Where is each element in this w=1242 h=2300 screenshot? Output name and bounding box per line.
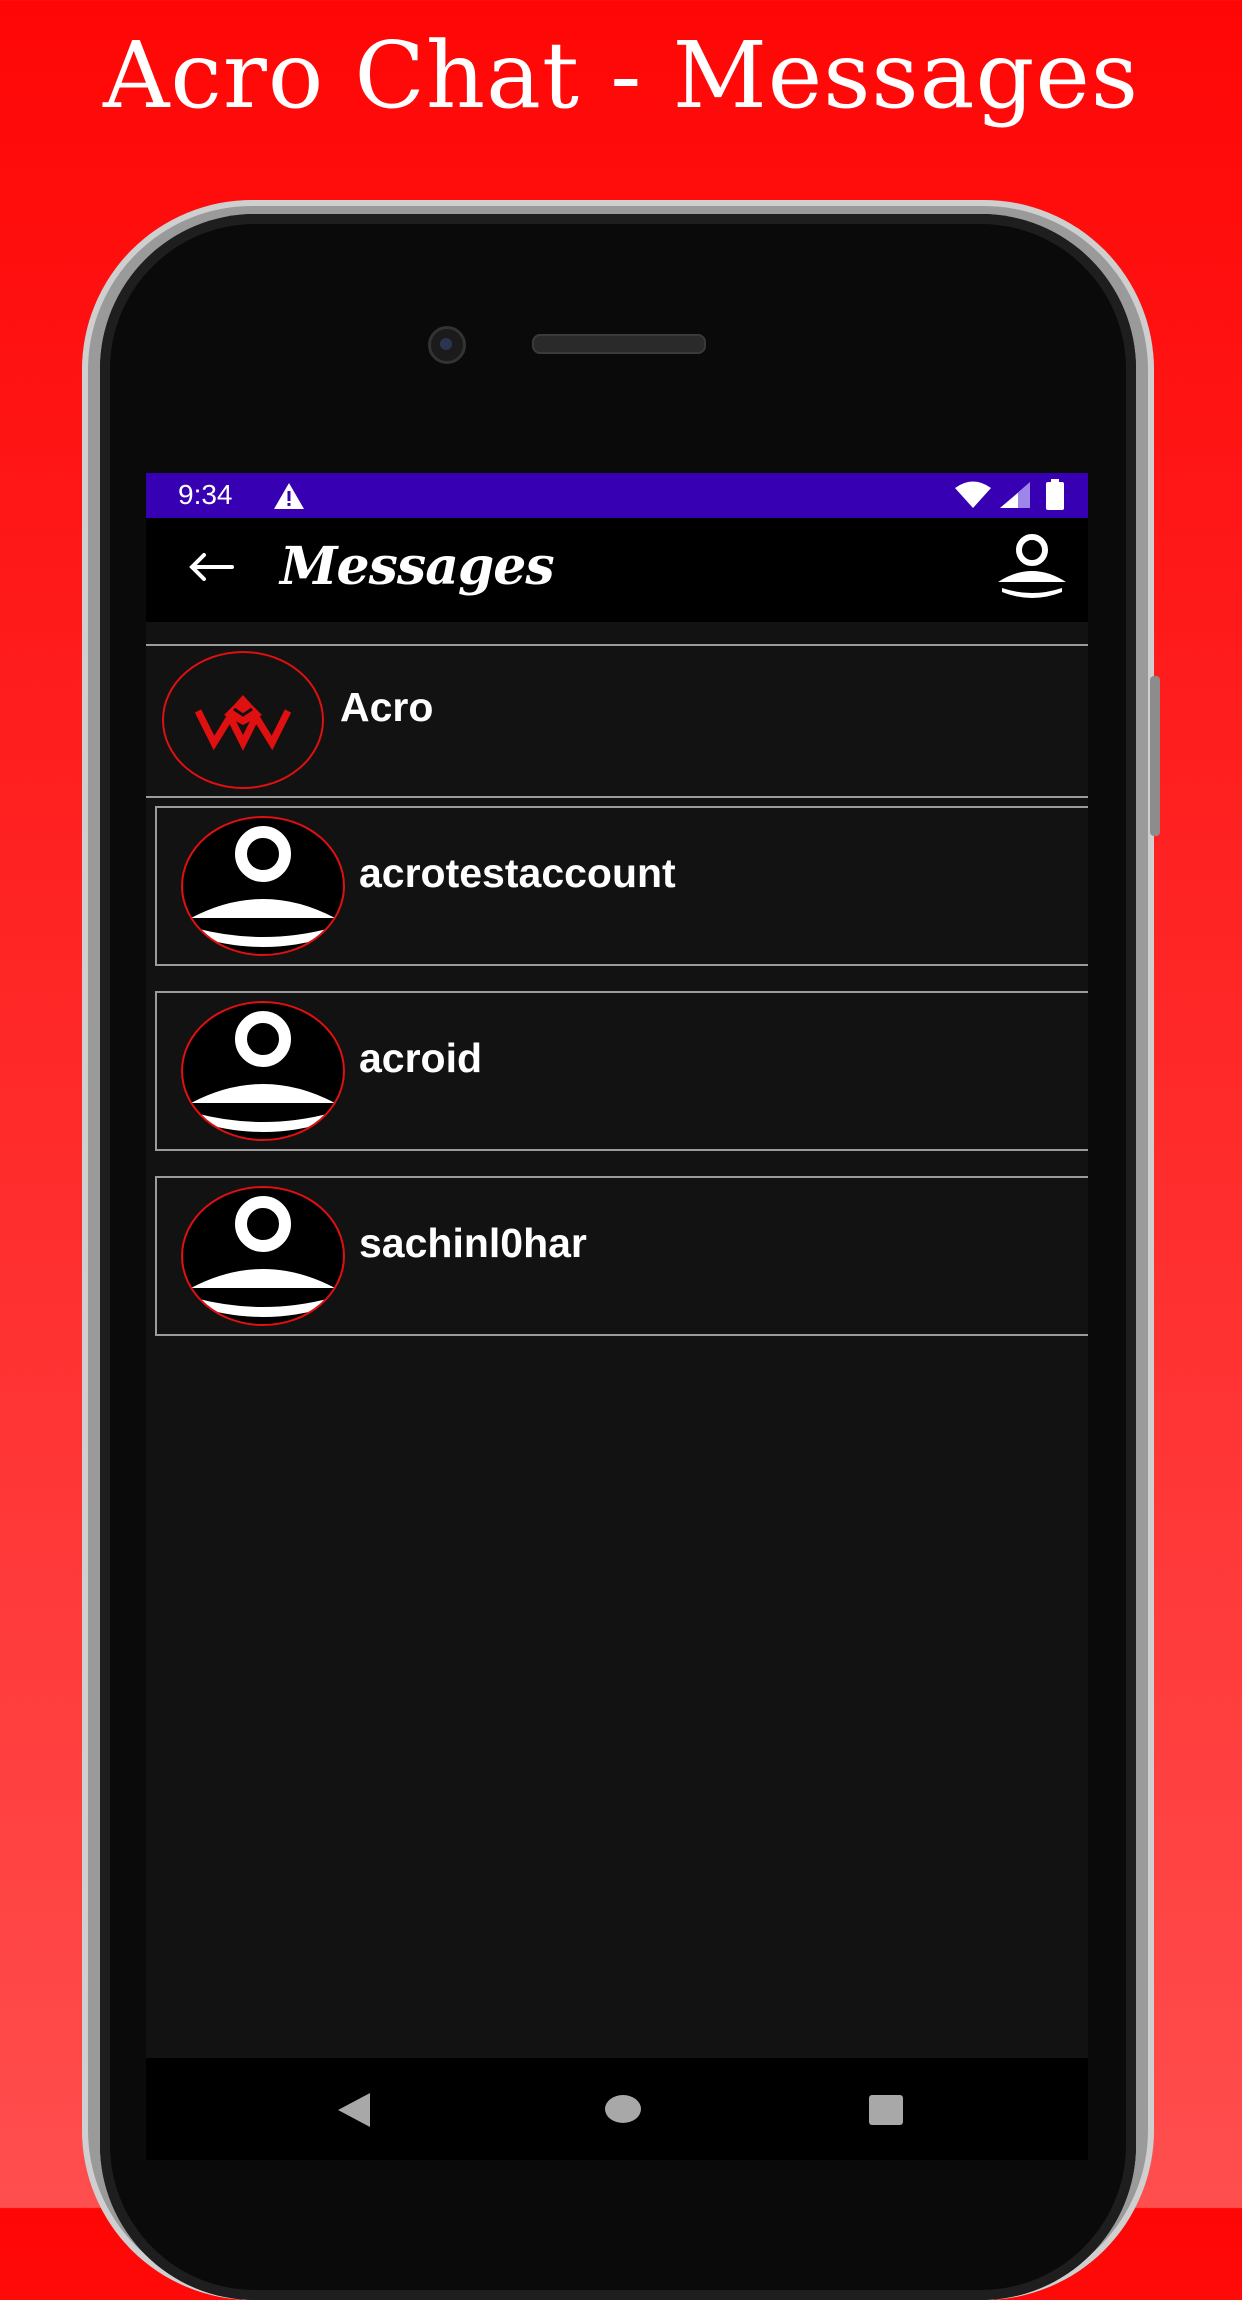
- wifi-icon: [954, 481, 992, 514]
- system-nav-bar: [146, 2058, 1088, 2160]
- battery-icon: [1046, 479, 1064, 516]
- list-item[interactable]: sachinl0har: [155, 1176, 1088, 1336]
- user-avatar-icon: [181, 1186, 345, 1326]
- list-item[interactable]: acrotestaccount: [155, 806, 1088, 966]
- app-bar: Messages: [146, 518, 1088, 622]
- profile-icon[interactable]: [994, 532, 1070, 609]
- page-title: Messages: [280, 536, 555, 597]
- promo-title: Acro Chat - Messages: [102, 22, 1140, 129]
- status-bar: 9:34: [146, 473, 1088, 518]
- back-arrow-icon[interactable]: [188, 552, 234, 587]
- contact-name: acrotestaccount: [359, 850, 676, 896]
- user-avatar-icon: [181, 816, 345, 956]
- nav-back-icon[interactable]: [336, 2091, 372, 2134]
- acro-logo-icon: [194, 695, 292, 751]
- app-screen: 9:34 Messages Acro acrotestaccount acroi…: [146, 473, 1088, 2058]
- contact-name: acroid: [359, 1035, 483, 1081]
- list-item[interactable]: acroid: [155, 991, 1088, 1151]
- contact-name: sachinl0har: [359, 1220, 587, 1266]
- user-avatar-icon: [181, 1001, 345, 1141]
- volume-button: [1150, 676, 1160, 836]
- avatar: [162, 651, 324, 789]
- nav-recents-icon[interactable]: [868, 2094, 904, 2131]
- nav-home-icon[interactable]: [604, 2094, 642, 2129]
- front-camera: [428, 326, 466, 364]
- status-time: 9:34: [178, 479, 233, 510]
- signal-icon: [998, 481, 1032, 514]
- list-item-acro[interactable]: Acro: [146, 644, 1088, 798]
- warning-icon: [272, 481, 306, 516]
- contact-name: Acro: [340, 684, 434, 730]
- earpiece-speaker: [532, 334, 706, 354]
